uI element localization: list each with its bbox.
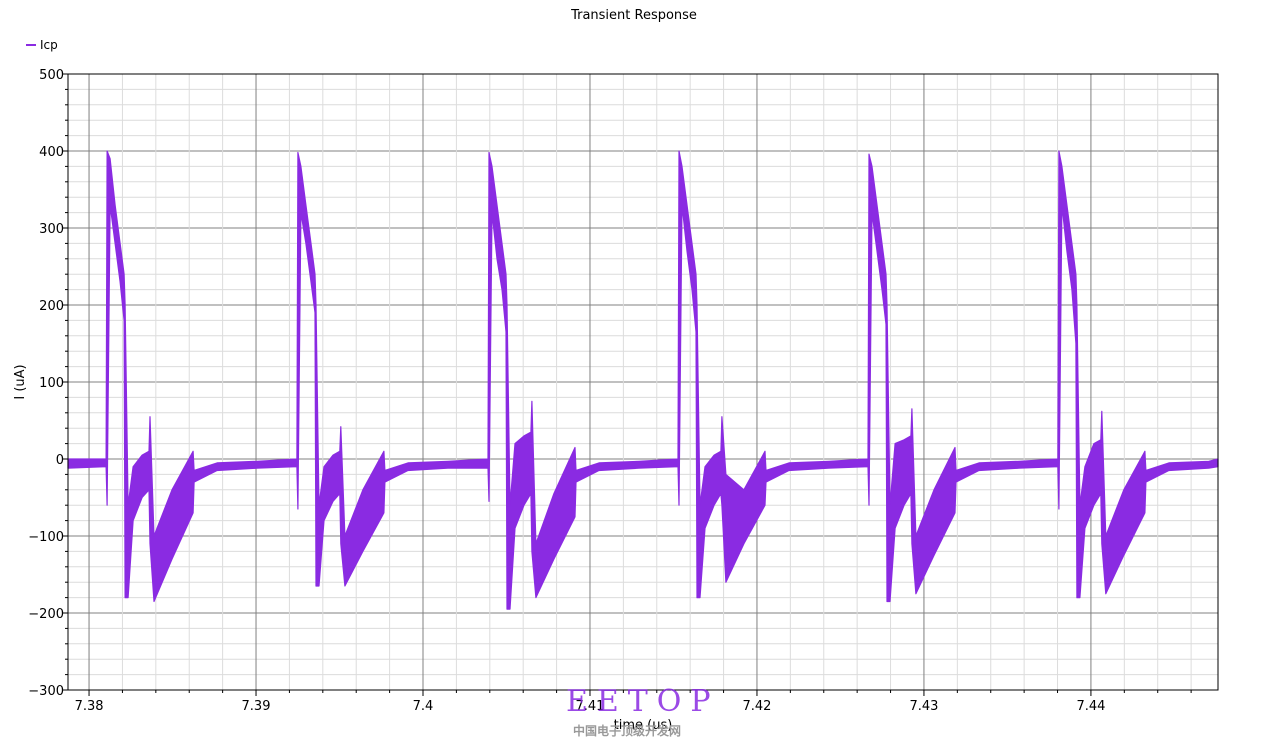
y-tick-label: 200	[39, 299, 64, 314]
watermark-logo: EETOP	[566, 684, 720, 719]
y-axis-label: I (uA)	[13, 364, 28, 399]
series-icp-envelope	[67, 150, 1219, 610]
grid	[68, 73, 1218, 691]
x-tick-label: 7.43	[909, 699, 938, 714]
y-tick-label: −100	[28, 530, 64, 545]
plot-area: −300 −200 −100 0 100 200 300 400 500 7.38 7.39 7.4 7…	[13, 68, 1219, 733]
y-tick-label: 300	[39, 222, 64, 237]
axis-ticks: −300 −200 −100 0 100 200 300 400 500 7.38 7.39 7.4 7…	[28, 68, 1192, 714]
y-tick-label: 100	[39, 376, 64, 391]
x-tick-label: 7.39	[242, 699, 271, 714]
watermark-subtitle: 中国电子顶级开发网	[573, 724, 682, 738]
x-tick-label: 7.38	[75, 699, 104, 714]
series-icp	[67, 150, 1219, 610]
x-tick-label: 7.42	[742, 699, 771, 714]
x-tick-label: 7.4	[413, 699, 434, 714]
x-tick-label: 7.44	[1076, 699, 1105, 714]
y-tick-label: 0	[56, 453, 64, 468]
y-tick-label: 400	[39, 145, 64, 160]
y-tick-label: −200	[28, 607, 64, 622]
y-tick-label: −300	[28, 684, 64, 699]
y-tick-label: 500	[39, 68, 64, 83]
